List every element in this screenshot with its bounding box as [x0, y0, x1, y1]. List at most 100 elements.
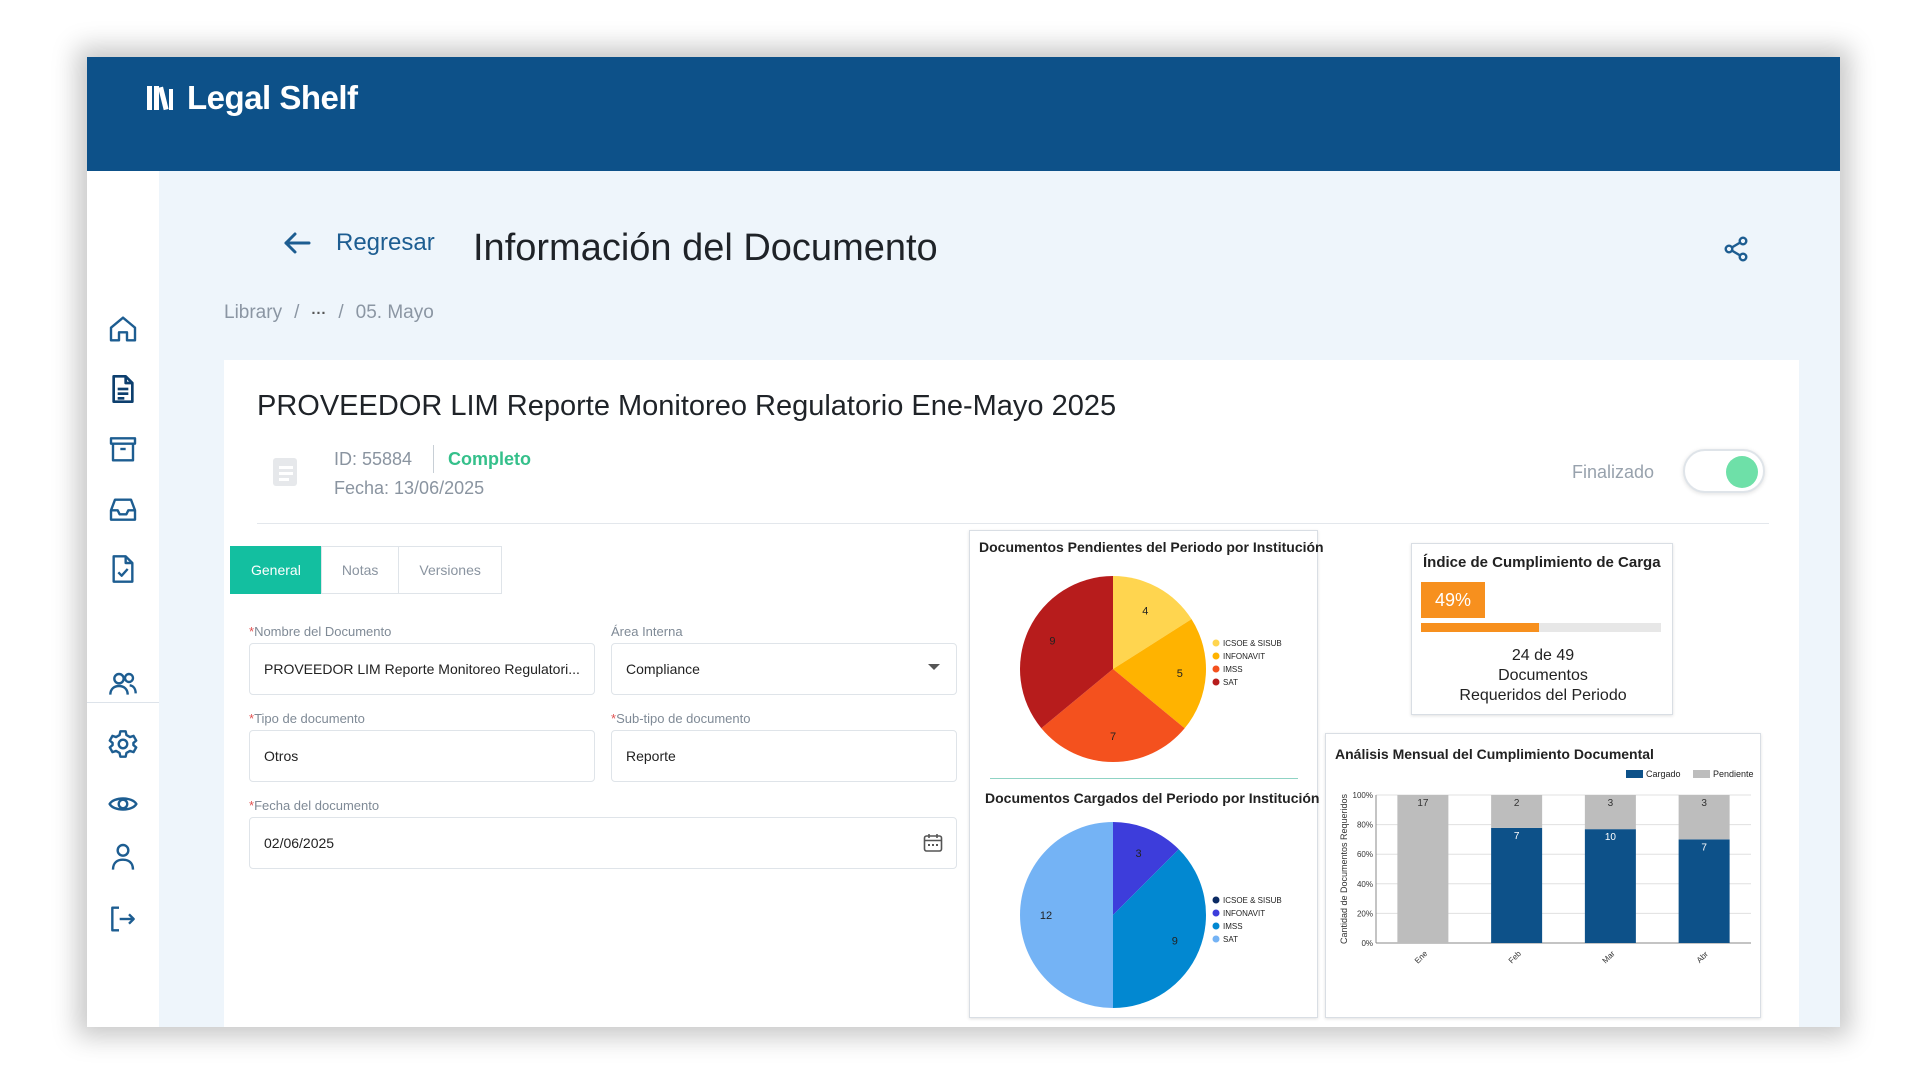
legend-swatch — [1212, 909, 1220, 917]
pie-data-label: 9 — [1049, 635, 1055, 647]
bar-chart-title: Análisis Mensual del Cumplimiento Docume… — [1335, 746, 1654, 762]
loaded-pie-title: Documentos Cargados del Periodo por Inst… — [985, 790, 1320, 806]
area-field-label: Área Interna — [611, 624, 683, 639]
app-window: Legal Shelf Regresar Información del Doc… — [87, 57, 1840, 1027]
legend-label: Pendiente — [1713, 769, 1754, 779]
legend-label: ICSOE & SISUB — [1223, 639, 1282, 648]
back-label: Regresar — [336, 229, 435, 256]
type-field-label: *Tipo de documento — [249, 711, 365, 726]
kpi-percent-badge: 49% — [1421, 582, 1485, 618]
chevron-down-icon — [928, 664, 940, 670]
monthly-bar-panel: Análisis Mensual del Cumplimiento Docume… — [1325, 733, 1761, 1018]
bar-segment[interactable] — [1584, 829, 1636, 943]
legend-swatch — [1626, 770, 1643, 778]
pie-data-label: 9 — [1172, 936, 1178, 948]
pie-data-label: 12 — [1040, 910, 1052, 922]
bar-segment[interactable] — [1397, 795, 1449, 943]
pie-divider — [990, 778, 1298, 779]
y-tick-label: 60% — [1357, 850, 1373, 859]
y-tick-label: 100% — [1353, 791, 1373, 800]
breadcrumb-separator: / — [338, 302, 344, 323]
y-axis-label: Cantidad de Documentos Requeridos — [1339, 793, 1349, 944]
back-button[interactable]: Regresar — [282, 229, 435, 257]
kpi-count: 24 de 49 Documentos Requeridos del Perio… — [1459, 647, 1627, 704]
sidebar — [87, 171, 159, 1027]
user-icon[interactable] — [105, 839, 141, 875]
x-tick-label: Ene — [1413, 949, 1430, 966]
monthly-bar-chart: Cantidad de Documentos Requeridos 0% 20% 40… — [1339, 769, 1754, 966]
document-title: PROVEEDOR LIM Reporte Monitoreo Regulato… — [257, 390, 1117, 422]
toggle-knob — [1726, 456, 1758, 488]
kpi-progress-track — [1421, 623, 1661, 632]
logo-books-icon — [147, 86, 173, 111]
sidebar-divider — [87, 702, 159, 703]
pie-data-label: 5 — [1177, 668, 1183, 680]
tab-general[interactable]: General — [230, 546, 322, 594]
legend-label: ICSOE & SISUB — [1223, 896, 1282, 905]
gear-icon[interactable] — [105, 726, 141, 762]
inbox-icon[interactable] — [105, 491, 141, 527]
pie-data-label: 4 — [1142, 605, 1148, 617]
file-icon — [271, 456, 299, 493]
bar-segment[interactable] — [1491, 827, 1543, 943]
date-field-label: *Fecha del documento — [249, 798, 380, 813]
kpi-title: Índice de Cumplimiento de Carga — [1423, 554, 1661, 571]
bar-data-label: 17 — [1417, 798, 1429, 809]
legend-label: Cargado — [1646, 769, 1681, 779]
document-type-input[interactable]: Otros — [249, 730, 595, 782]
users-icon[interactable] — [105, 666, 141, 702]
legend-swatch — [1693, 770, 1710, 778]
pie-data-label: 7 — [1110, 731, 1116, 743]
area-select[interactable]: Compliance — [611, 643, 957, 695]
breadcrumb-library[interactable]: Library — [224, 302, 282, 324]
y-tick-label: 40% — [1357, 880, 1373, 889]
logout-icon[interactable] — [105, 901, 141, 937]
y-tick-label: 20% — [1357, 909, 1373, 918]
document-name-input[interactable]: PROVEEDOR LIM Reporte Monitoreo Regulato… — [249, 643, 595, 695]
pie-charts-panel: Documentos Pendientes del Periodo por In… — [969, 530, 1324, 1018]
app-logo[interactable]: Legal Shelf — [147, 79, 358, 117]
x-tick-label: Feb — [1507, 949, 1524, 966]
tab-notas[interactable]: Notas — [320, 546, 400, 594]
bar-data-label: 3 — [1608, 798, 1614, 809]
legend-label: IMSS — [1223, 665, 1243, 674]
document-subtype-input[interactable]: Reporte — [611, 730, 957, 782]
eye-icon[interactable] — [105, 786, 141, 822]
legend-label: SAT — [1223, 935, 1238, 944]
document-icon[interactable] — [105, 371, 141, 407]
document-date-input[interactable]: 02/06/2025 — [249, 817, 957, 869]
y-tick-label: 80% — [1357, 821, 1373, 830]
x-tick-label: Mar — [1601, 949, 1617, 965]
subtype-field-label: *Sub-tipo de documento — [611, 711, 751, 726]
tab-versiones[interactable]: Versiones — [398, 546, 502, 594]
bar-data-label: 10 — [1605, 832, 1617, 843]
legend-label: SAT — [1223, 678, 1238, 687]
finalized-toggle[interactable] — [1683, 449, 1765, 493]
y-tick-label: 0% — [1361, 939, 1373, 948]
share-icon — [1724, 236, 1748, 262]
breadcrumb-separator: / — [294, 302, 300, 323]
document-check-icon[interactable] — [105, 551, 141, 587]
bar-segment[interactable] — [1678, 839, 1730, 943]
legend-swatch — [1212, 678, 1220, 686]
name-field-label: *Nombre del Documento — [249, 624, 392, 639]
id-separator — [433, 445, 434, 473]
breadcrumb-ellipsis[interactable]: ··· — [311, 305, 326, 322]
legend-label: IMSS — [1223, 922, 1243, 931]
pie-slice[interactable] — [1020, 822, 1113, 1008]
home-icon[interactable] — [105, 311, 141, 347]
pending-pie-title: Documentos Pendientes del Periodo por In… — [979, 539, 1324, 555]
finalized-label: Finalizado — [1572, 462, 1655, 482]
legend-swatch — [1212, 935, 1220, 943]
share-button[interactable] — [1722, 235, 1750, 268]
document-id: ID: 55884 — [334, 449, 413, 469]
loaded-pie-chart: ICSOE & SISUB 3 INFONAVIT 9 IMSS 12 SAT — [1020, 822, 1282, 1008]
tab-bar: General Notas Versiones — [230, 546, 502, 594]
legend-label: INFONAVIT — [1223, 909, 1265, 918]
archive-icon[interactable] — [105, 431, 141, 467]
legend-label: INFONAVIT — [1223, 652, 1265, 661]
legend-swatch — [1212, 896, 1220, 904]
calendar-icon[interactable] — [922, 832, 944, 854]
top-bar: Legal Shelf — [87, 57, 1840, 171]
status-badge: Completo — [448, 449, 531, 469]
